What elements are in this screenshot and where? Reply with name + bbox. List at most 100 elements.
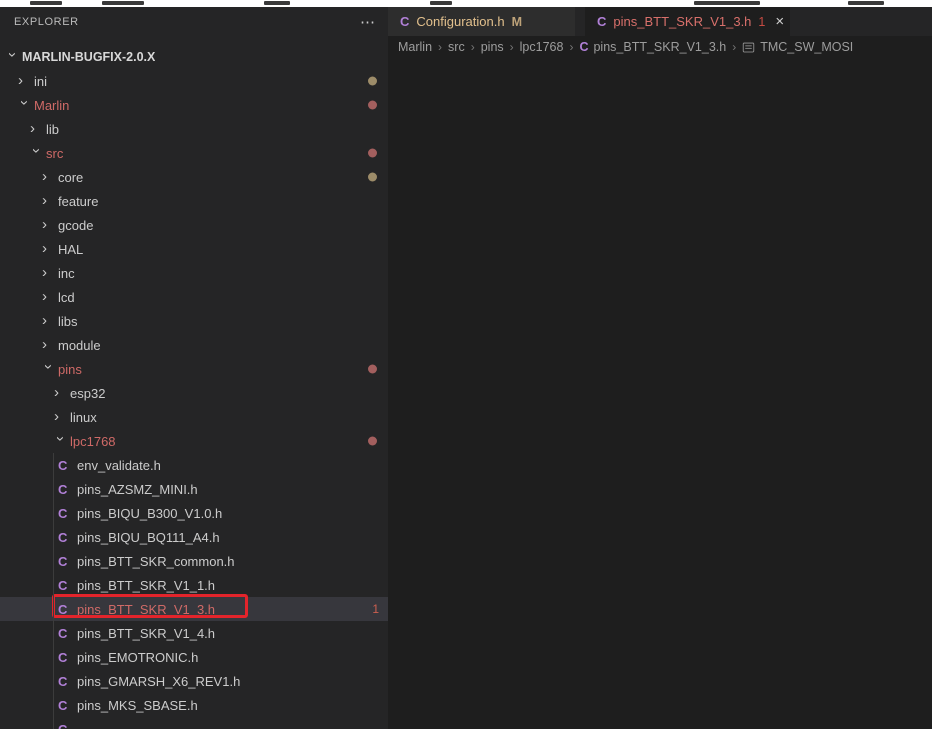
code-lines <box>388 67 932 729</box>
breadcrumb-file[interactable]: pins_BTT_SKR_V1_3.h <box>593 40 726 54</box>
breadcrumb: Marlin› src› pins› lpc1768› C pins_BTT_S… <box>388 36 932 58</box>
tree-item-label: env_validate.h <box>77 458 161 473</box>
tree-item-file[interactable]: Cpins_BTT_SKR_V1_1.h <box>0 573 388 597</box>
code-line <box>388 634 932 655</box>
chevron-down-icon: › <box>54 436 66 448</box>
code-line <box>388 256 932 277</box>
code-line <box>388 151 932 172</box>
breadcrumb-symbol[interactable]: TMC_SW_MOSI <box>760 40 853 54</box>
error-count-badge: 1 <box>758 15 765 29</box>
breadcrumb-item[interactable]: src <box>448 40 465 54</box>
code-line <box>388 214 932 235</box>
tree-item-folder[interactable]: ›esp32 <box>0 381 388 405</box>
breadcrumb-item[interactable]: pins <box>481 40 504 54</box>
c-file-icon: C <box>58 674 70 689</box>
close-icon[interactable]: × <box>775 14 784 29</box>
tab-label: pins_BTT_SKR_V1_3.h <box>613 14 751 29</box>
tree-item-folder[interactable]: ›gcode <box>0 213 388 237</box>
tree-item-folder[interactable]: ›lib <box>0 117 388 141</box>
chevron-right-icon: › <box>42 195 54 207</box>
tree-item-folder[interactable]: ›pins <box>0 357 388 381</box>
tree-item-folder[interactable]: ›feature <box>0 189 388 213</box>
code-line <box>388 697 932 718</box>
breadcrumb-item[interactable]: Marlin <box>398 40 432 54</box>
tree-item-file[interactable]: Cpins_BTT_SKR_V1_3.h1 <box>0 597 388 621</box>
chevron-right-icon: › <box>42 171 54 183</box>
chevron-right-icon: › <box>42 315 54 327</box>
tree-item-label: ini <box>34 74 47 89</box>
breadcrumb-separator: › <box>471 40 475 54</box>
code-line <box>388 172 932 193</box>
tree-item-label: module <box>58 338 101 353</box>
chevron-right-icon: › <box>30 123 42 135</box>
more-actions-icon[interactable]: ⋯ <box>360 13 376 31</box>
code-line <box>388 88 932 109</box>
tree-item-folder[interactable]: ›ini <box>0 69 388 93</box>
c-file-icon: C <box>58 722 70 729</box>
chevron-right-icon: › <box>42 339 54 351</box>
tree-item-folder[interactable]: ›lcd <box>0 285 388 309</box>
chevron-right-icon: › <box>42 243 54 255</box>
tab-pins-btt-skr-v1-3-h[interactable]: C pins_BTT_SKR_V1_3.h 1 × <box>585 7 790 36</box>
tab-configuration-h[interactable]: C Configuration.h M <box>388 7 575 36</box>
tree-item-label: pins_BTT_SKR_common.h <box>77 554 235 569</box>
tree-item-file[interactable]: Cpins_BTT_SKR_V1_4.h <box>0 621 388 645</box>
c-file-icon: C <box>597 14 606 29</box>
tree-item-folder[interactable]: ›Marlin <box>0 93 388 117</box>
tree-item-folder[interactable]: ›libs <box>0 309 388 333</box>
tree-item-file[interactable]: C <box>0 717 388 729</box>
tree-item-file[interactable]: Cenv_validate.h <box>0 453 388 477</box>
symbol-icon <box>742 41 755 54</box>
tree-item-label: pins <box>58 362 82 377</box>
tree-item-folder[interactable]: ›linux <box>0 405 388 429</box>
modified-dot-badge <box>368 77 377 86</box>
c-file-icon: C <box>579 40 588 54</box>
code-line <box>388 508 932 529</box>
tree-item-label: HAL <box>58 242 83 257</box>
code-line <box>388 109 932 130</box>
code-line <box>388 193 932 214</box>
editor-tab-bar: C Configuration.h M C pins_BTT_SKR_V1_3.… <box>388 7 932 36</box>
tree-item-label: Marlin <box>34 98 69 113</box>
tree-item-file[interactable]: Cpins_BIQU_B300_V1.0.h <box>0 501 388 525</box>
code-line <box>388 298 932 319</box>
tree-item-folder[interactable]: › HAL <box>0 237 388 261</box>
tab-label: Configuration.h <box>416 14 504 29</box>
tree-item-file[interactable]: Cpins_EMOTRONIC.h <box>0 645 388 669</box>
code-line <box>388 466 932 487</box>
chevron-right-icon: › <box>54 411 66 423</box>
breadcrumb-separator: › <box>732 40 736 54</box>
tree-item-label: pins_GMARSH_X6_REV1.h <box>77 674 240 689</box>
tree-item-label: esp32 <box>70 386 105 401</box>
code-line <box>388 676 932 697</box>
tree-item-folder[interactable]: ›lpc1768 <box>0 429 388 453</box>
code-line <box>388 424 932 445</box>
code-line <box>388 235 932 256</box>
tree-item-folder[interactable]: › module <box>0 333 388 357</box>
tree-item-file[interactable]: Cpins_BTT_SKR_common.h <box>0 549 388 573</box>
tree-item-folder[interactable]: ›inc <box>0 261 388 285</box>
tree-item-file[interactable]: Cpins_MKS_SBASE.h <box>0 693 388 717</box>
c-file-icon: C <box>400 14 409 29</box>
tree-item-label: pins_BIQU_B300_V1.0.h <box>77 506 222 521</box>
c-file-icon: C <box>58 626 70 641</box>
tree-item-folder[interactable]: ›MARLIN-BUGFIX-2.0.X <box>0 45 388 69</box>
code-line <box>388 592 932 613</box>
breadcrumb-separator: › <box>569 40 573 54</box>
tree-item-file[interactable]: Cpins_GMARSH_X6_REV1.h <box>0 669 388 693</box>
tree-item-file[interactable]: Cpins_BIQU_BQ111_A4.h <box>0 525 388 549</box>
modified-dot-badge <box>368 173 377 182</box>
explorer-title: EXPLORER <box>14 16 79 28</box>
code-editor[interactable] <box>388 58 932 729</box>
file-tree: ›MARLIN-BUGFIX-2.0.X›ini›Marlin›lib›src›… <box>0 45 388 729</box>
cropped-content-above-window <box>0 0 932 7</box>
tree-item-label: gcode <box>58 218 93 233</box>
c-file-icon: C <box>58 650 70 665</box>
tree-item-folder[interactable]: ›src <box>0 141 388 165</box>
tree-item-folder[interactable]: ›core <box>0 165 388 189</box>
c-file-icon: C <box>58 482 70 497</box>
tree-item-file[interactable]: Cpins_AZSMZ_MINI.h <box>0 477 388 501</box>
error-dot-badge <box>368 437 377 446</box>
tree-item-label: MARLIN-BUGFIX-2.0.X <box>22 50 155 64</box>
breadcrumb-item[interactable]: lpc1768 <box>520 40 564 54</box>
